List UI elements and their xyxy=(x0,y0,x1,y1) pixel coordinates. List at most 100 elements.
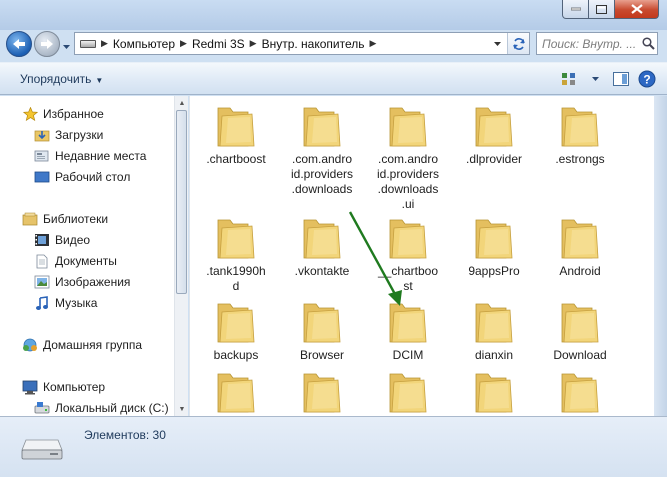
nav-desktop-label: Рабочий стол xyxy=(55,170,131,184)
nav-recent-places[interactable]: Недавние места xyxy=(34,146,146,166)
preview-pane-button[interactable] xyxy=(611,69,631,89)
chevron-down-icon xyxy=(591,77,599,81)
folder-icon xyxy=(561,303,599,343)
image-icon xyxy=(34,274,50,290)
scrollbar-thumb[interactable] xyxy=(176,110,187,294)
video-icon xyxy=(34,232,50,248)
folder-item[interactable] xyxy=(452,368,536,416)
folder-item[interactable]: Download xyxy=(538,298,622,363)
downloads-folder-icon xyxy=(34,127,50,143)
breadcrumb-separator[interactable]: ▶ xyxy=(180,38,187,49)
folder-item[interactable]: .chartboost xyxy=(194,102,278,167)
breadcrumb-separator[interactable]: ▶ xyxy=(369,38,376,49)
folder-name: __chartboo st xyxy=(377,264,439,293)
folder-item[interactable]: .com.andro id.providers .downloads .ui xyxy=(366,102,450,212)
back-button[interactable] xyxy=(6,31,32,57)
chevron-down-icon xyxy=(493,41,501,46)
nav-documents-label: Документы xyxy=(55,254,117,268)
help-button[interactable]: ? xyxy=(637,69,657,89)
window-right-border xyxy=(654,96,667,416)
folder-icon xyxy=(303,107,341,147)
maximize-button[interactable] xyxy=(589,0,615,19)
nav-video[interactable]: Видео xyxy=(34,230,90,250)
folder-icon xyxy=(303,373,341,413)
folder-item[interactable]: .com.andro id.providers .downloads xyxy=(280,102,364,197)
preview-pane-icon xyxy=(613,72,629,86)
folder-item[interactable] xyxy=(538,368,622,416)
address-row: ▶ Компьютер ▶ Redmi 3S ▶ Внутр. накопите… xyxy=(0,28,667,60)
forward-button[interactable] xyxy=(34,31,60,57)
nav-homegroup[interactable]: Домашняя группа xyxy=(22,335,142,355)
window-controls xyxy=(562,0,659,19)
view-grid-icon xyxy=(562,73,575,85)
search-icon[interactable] xyxy=(639,35,657,53)
breadcrumb-device[interactable]: Redmi 3S xyxy=(192,37,245,51)
folder-item[interactable]: backups xyxy=(194,298,278,363)
folder-icon xyxy=(475,107,513,147)
nav-images[interactable]: Изображения xyxy=(34,272,130,292)
nav-favorites[interactable]: Избранное xyxy=(22,104,104,124)
refresh-button[interactable] xyxy=(507,33,529,54)
nav-local-disk[interactable]: Локальный диск (C:) xyxy=(34,398,169,416)
address-bar[interactable]: ▶ Компьютер ▶ Redmi 3S ▶ Внутр. накопите… xyxy=(74,32,530,55)
close-button[interactable] xyxy=(615,0,659,19)
recent-pages-dropdown[interactable] xyxy=(62,40,71,49)
folder-icon xyxy=(561,107,599,147)
folder-icon xyxy=(217,219,255,259)
nav-computer-label: Компьютер xyxy=(43,380,106,394)
device-icon xyxy=(80,39,96,48)
breadcrumb-computer[interactable]: Компьютер xyxy=(113,37,175,51)
folder-name: Android xyxy=(559,264,601,278)
nav-desktop[interactable]: Рабочий стол xyxy=(34,167,130,187)
breadcrumb-storage[interactable]: Внутр. накопитель xyxy=(262,37,365,51)
folder-item[interactable]: DCIM xyxy=(366,298,450,363)
change-view-button[interactable] xyxy=(559,69,579,89)
navigation-scrollbar[interactable]: ▲ ▼ xyxy=(174,96,188,416)
folder-item[interactable] xyxy=(280,368,364,416)
nav-libraries[interactable]: Библиотеки xyxy=(22,209,108,229)
breadcrumb-separator[interactable]: ▶ xyxy=(250,38,257,49)
folder-item[interactable]: .dlprovider xyxy=(452,102,536,167)
folder-item[interactable]: .tank1990h d xyxy=(194,214,278,294)
folder-item[interactable]: Browser xyxy=(280,298,364,363)
details-pane: Элементов: 30 xyxy=(0,416,667,477)
breadcrumb-separator[interactable]: ▶ xyxy=(101,38,108,49)
chevron-down-icon xyxy=(63,45,70,49)
recent-places-icon xyxy=(34,148,50,164)
folder-icon xyxy=(561,219,599,259)
folder-name: .estrongs xyxy=(555,152,605,166)
folder-item[interactable] xyxy=(194,368,278,416)
nav-downloads[interactable]: Загрузки xyxy=(34,125,103,145)
folder-item[interactable]: dianxin xyxy=(452,298,536,363)
folder-icon xyxy=(389,107,427,147)
folder-icon xyxy=(217,303,255,343)
folder-icon xyxy=(217,107,255,147)
folder-name: .vkontakte xyxy=(294,264,350,278)
address-history-dropdown[interactable] xyxy=(489,33,505,54)
scroll-down-arrow-icon[interactable]: ▼ xyxy=(175,402,189,416)
help-icon: ? xyxy=(638,70,656,88)
nav-music[interactable]: Музыка xyxy=(34,293,97,313)
folder-item[interactable]: .estrongs xyxy=(538,102,622,167)
forward-arrow-icon xyxy=(41,39,53,49)
folder-icon xyxy=(303,219,341,259)
minimize-button[interactable] xyxy=(562,0,589,19)
folder-item[interactable]: __chartboo st xyxy=(366,214,450,294)
folder-item[interactable]: Android xyxy=(538,214,622,279)
scroll-up-arrow-icon[interactable]: ▲ xyxy=(175,96,189,110)
homegroup-icon xyxy=(22,337,38,353)
folder-item[interactable]: 9appsPro xyxy=(452,214,536,279)
folder-item[interactable] xyxy=(366,368,450,416)
folder-item[interactable]: .vkontakte xyxy=(280,214,364,279)
desktop-icon xyxy=(34,169,50,185)
command-bar: Упорядочить ▼ ? xyxy=(0,62,667,95)
nav-documents[interactable]: Документы xyxy=(34,251,117,271)
document-icon xyxy=(34,253,50,269)
view-options-dropdown[interactable] xyxy=(585,69,605,89)
folder-icon xyxy=(389,303,427,343)
organize-button[interactable]: Упорядочить ▼ xyxy=(20,72,103,86)
nav-computer[interactable]: Компьютер xyxy=(22,377,105,397)
search-input[interactable]: Поиск: Внутр. ... xyxy=(536,32,658,55)
nav-video-label: Видео xyxy=(55,233,91,247)
folder-icon xyxy=(475,373,513,413)
